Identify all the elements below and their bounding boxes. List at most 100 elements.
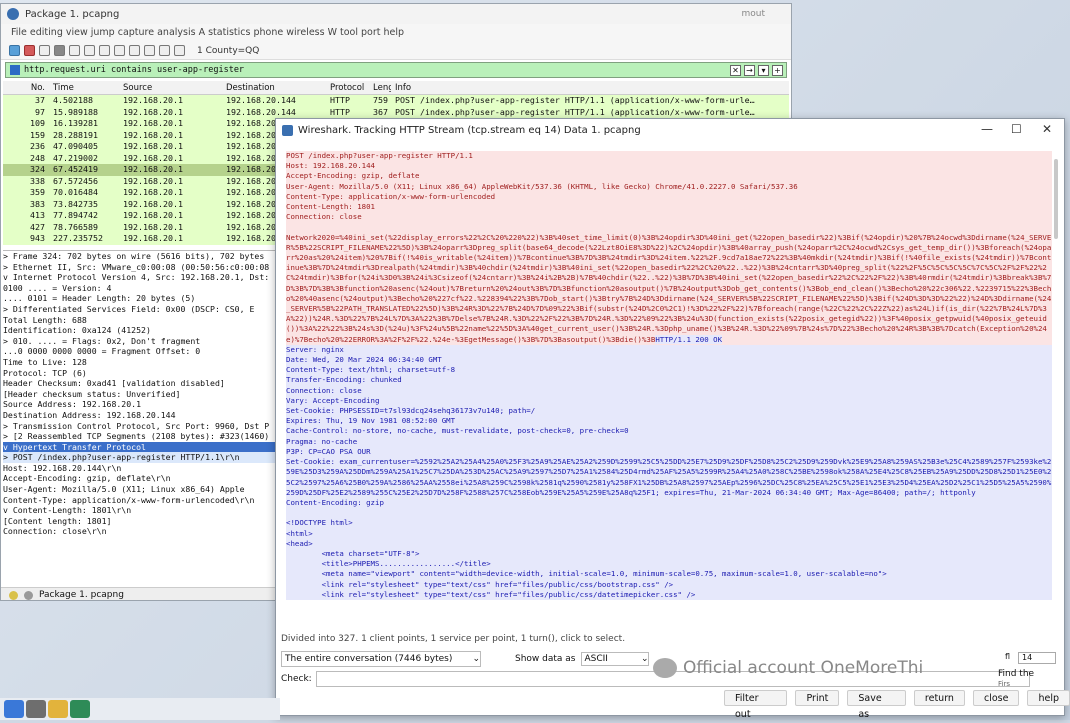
filter-dropdown-icon[interactable]: ▾ [758, 64, 769, 76]
save-file-icon[interactable] [84, 45, 95, 56]
dialog-button[interactable]: return [913, 690, 965, 706]
detail-line[interactable]: ...0 0000 0000 0000 = Fragment Offset: 0 [3, 346, 293, 357]
open-file-icon[interactable] [69, 45, 80, 56]
response-header-line: Vary: Accept-Encoding [286, 395, 1052, 407]
detail-line[interactable]: Time to Live: 128 [3, 357, 293, 368]
table-cell: 192.168.20.1 [123, 210, 183, 220]
menu-bar[interactable]: File editing view jump capture analysis … [1, 24, 791, 42]
close-file-icon[interactable] [99, 45, 110, 56]
table-cell: 367 [373, 106, 388, 117]
table-cell: 192.168.20.1 [123, 106, 183, 117]
dialog-button[interactable]: help [1027, 690, 1070, 706]
bookmark-icon[interactable] [10, 65, 20, 75]
detail-line[interactable]: > 010. .... = Flags: 0x2, Don't fragment [3, 336, 293, 347]
show-data-as-select[interactable]: ASCII ⌄ [581, 652, 650, 666]
response-body-line: <link rel="stylesheet" type="text/css" h… [286, 579, 1052, 590]
table-cell: 192.168.20.144 [226, 95, 296, 105]
follow-http-stream-dialog: Wireshark. Tracking HTTP Stream (tcp.str… [275, 118, 1065, 716]
detail-line[interactable]: Content-Type: application/x-www-form-url… [3, 495, 293, 506]
conversation-select[interactable]: The entire conversation (7446 bytes) ⌄ [281, 651, 481, 667]
show-data-as-value: ASCII [584, 654, 608, 664]
table-cell: 192.168.20.1 [123, 187, 183, 197]
clear-filter-icon[interactable]: ✕ [730, 64, 741, 76]
detail-line[interactable]: > Differentiated Services Field: 0x00 (D… [3, 304, 293, 315]
dialog-button[interactable]: Save as [847, 690, 906, 720]
detail-line[interactable]: 0100 .... = Version: 4 [3, 283, 293, 294]
response-header-line: P3P: CP=CAO PSA OUR [286, 446, 1052, 458]
go-to-packet-icon[interactable] [174, 45, 185, 56]
find-packet-icon[interactable] [129, 45, 140, 56]
reload-icon[interactable] [114, 45, 125, 56]
go-back-icon[interactable] [144, 45, 155, 56]
table-cell: 338 [30, 175, 45, 186]
display-filter-input[interactable]: http.request.uri contains user-app-regis… [24, 65, 730, 75]
detail-line[interactable]: v Internet Protocol Version 4, Src: 192.… [3, 272, 293, 283]
detail-line[interactable]: Connection: close\r\n [3, 526, 293, 537]
expert-info-icon[interactable] [9, 590, 18, 600]
folder-icon[interactable] [48, 700, 68, 718]
detail-line[interactable]: Accept-Encoding: gzip, deflate\r\n [3, 473, 293, 484]
detail-line[interactable]: Identification: 0xa124 (41252) [3, 325, 293, 336]
dialog-button[interactable]: Print [795, 690, 840, 706]
dialog-button[interactable]: close [972, 690, 1020, 706]
close-icon[interactable]: ✕ [1042, 122, 1052, 136]
start-icon[interactable] [4, 700, 24, 718]
table-cell: 248 [30, 152, 45, 163]
go-forward-icon[interactable] [159, 45, 170, 56]
column-header[interactable]: Protocol [326, 81, 369, 94]
capture-file-icon[interactable] [24, 590, 33, 600]
table-cell: 28.288191 [53, 129, 98, 140]
detail-line[interactable]: Host: 192.168.20.144\r\n [3, 463, 293, 474]
detail-line[interactable]: User-Agent: Mozilla/5.0 (X11; Linux x86_… [3, 484, 293, 495]
detail-line[interactable]: v Hypertext Transfer Protocol [3, 441, 293, 453]
table-row[interactable]: 97 15.989188 192.168.20.1 192.168.20.144 HTT… [3, 106, 789, 118]
table-row[interactable]: 37 4.502188 192.168.20.1 192.168.20.144 HTTP… [3, 95, 789, 107]
capture-options-icon[interactable] [54, 45, 65, 56]
detail-line[interactable]: > Transmission Control Protocol, Src Por… [3, 421, 293, 432]
search-icon[interactable] [26, 700, 46, 718]
detail-line[interactable]: > Frame 324: 702 bytes on wire (5616 bit… [3, 251, 293, 262]
detail-line[interactable]: Header Checksum: 0xad41 [validation disa… [3, 378, 293, 389]
detail-line[interactable]: [Content length: 1801] [3, 516, 293, 527]
detail-line[interactable]: > [2 Reassembled TCP Segments (2108 byte… [3, 431, 293, 442]
table-cell: 192.168.20.1 [123, 221, 183, 232]
column-header[interactable]: Source [119, 81, 222, 94]
maximize-icon[interactable]: ☐ [1011, 122, 1022, 136]
display-filter-bar[interactable]: http.request.uri contains user-app-regis… [5, 62, 787, 78]
column-header[interactable]: Info [391, 81, 789, 94]
table-cell: 759 [373, 95, 388, 105]
app-icon[interactable] [70, 700, 90, 718]
detail-line[interactable]: > Ethernet II, Src: VMware_c0:00:08 (00:… [3, 262, 293, 273]
column-header[interactable]: Destination [222, 81, 326, 94]
dialog-title: Wireshark. Tracking HTTP Stream (tcp.str… [298, 124, 641, 136]
dialog-button[interactable]: Filter out [724, 690, 788, 720]
column-header[interactable]: Length [369, 81, 391, 94]
stream-number-spinbox[interactable]: 14 [1018, 652, 1056, 664]
table-cell: 227.235752 [53, 233, 103, 243]
start-capture-icon[interactable] [9, 45, 20, 56]
stop-capture-icon[interactable] [24, 45, 35, 56]
apply-filter-icon[interactable]: → [744, 64, 755, 76]
stream-content[interactable]: POST /index.php?user-app-register HTTP/1… [284, 151, 1052, 631]
detail-line[interactable]: .... 0101 = Header Length: 20 bytes (5) [3, 293, 293, 304]
find-next-button[interactable]: Find the Firs [998, 669, 1034, 689]
response-cookie: Set-Cookie: exam_currentuser=%2592%25A2%… [286, 457, 1052, 498]
restart-capture-icon[interactable] [39, 45, 50, 56]
detail-line[interactable]: Source Address: 192.168.20.1 [3, 399, 293, 410]
table-cell: 324 [30, 164, 45, 174]
column-header[interactable]: No. [3, 81, 49, 94]
detail-line[interactable]: > POST /index.php?user-app-register HTTP… [3, 452, 293, 463]
detail-line[interactable]: Protocol: TCP (6) [3, 368, 293, 379]
response-header-line: Content-Type: text/html; charset=utf-8 [286, 365, 1052, 376]
table-cell: POST /index.php?user-app-register HTTP/1… [395, 95, 755, 105]
add-filter-icon[interactable]: + [772, 64, 783, 76]
detail-line[interactable]: v Content-Length: 1801\r\n [3, 505, 293, 516]
detail-line[interactable]: Destination Address: 192.168.20.144 [3, 410, 293, 421]
detail-line[interactable]: [Header checksum status: Unverified] [3, 389, 293, 400]
wechat-icon [653, 658, 677, 678]
minimize-icon[interactable]: — [981, 122, 993, 136]
detail-line[interactable]: Total Length: 688 [3, 315, 293, 326]
main-title: Package 1. pcapng [25, 8, 120, 20]
column-header[interactable]: Time [49, 81, 119, 94]
stream-scrollbar[interactable] [1054, 159, 1058, 239]
